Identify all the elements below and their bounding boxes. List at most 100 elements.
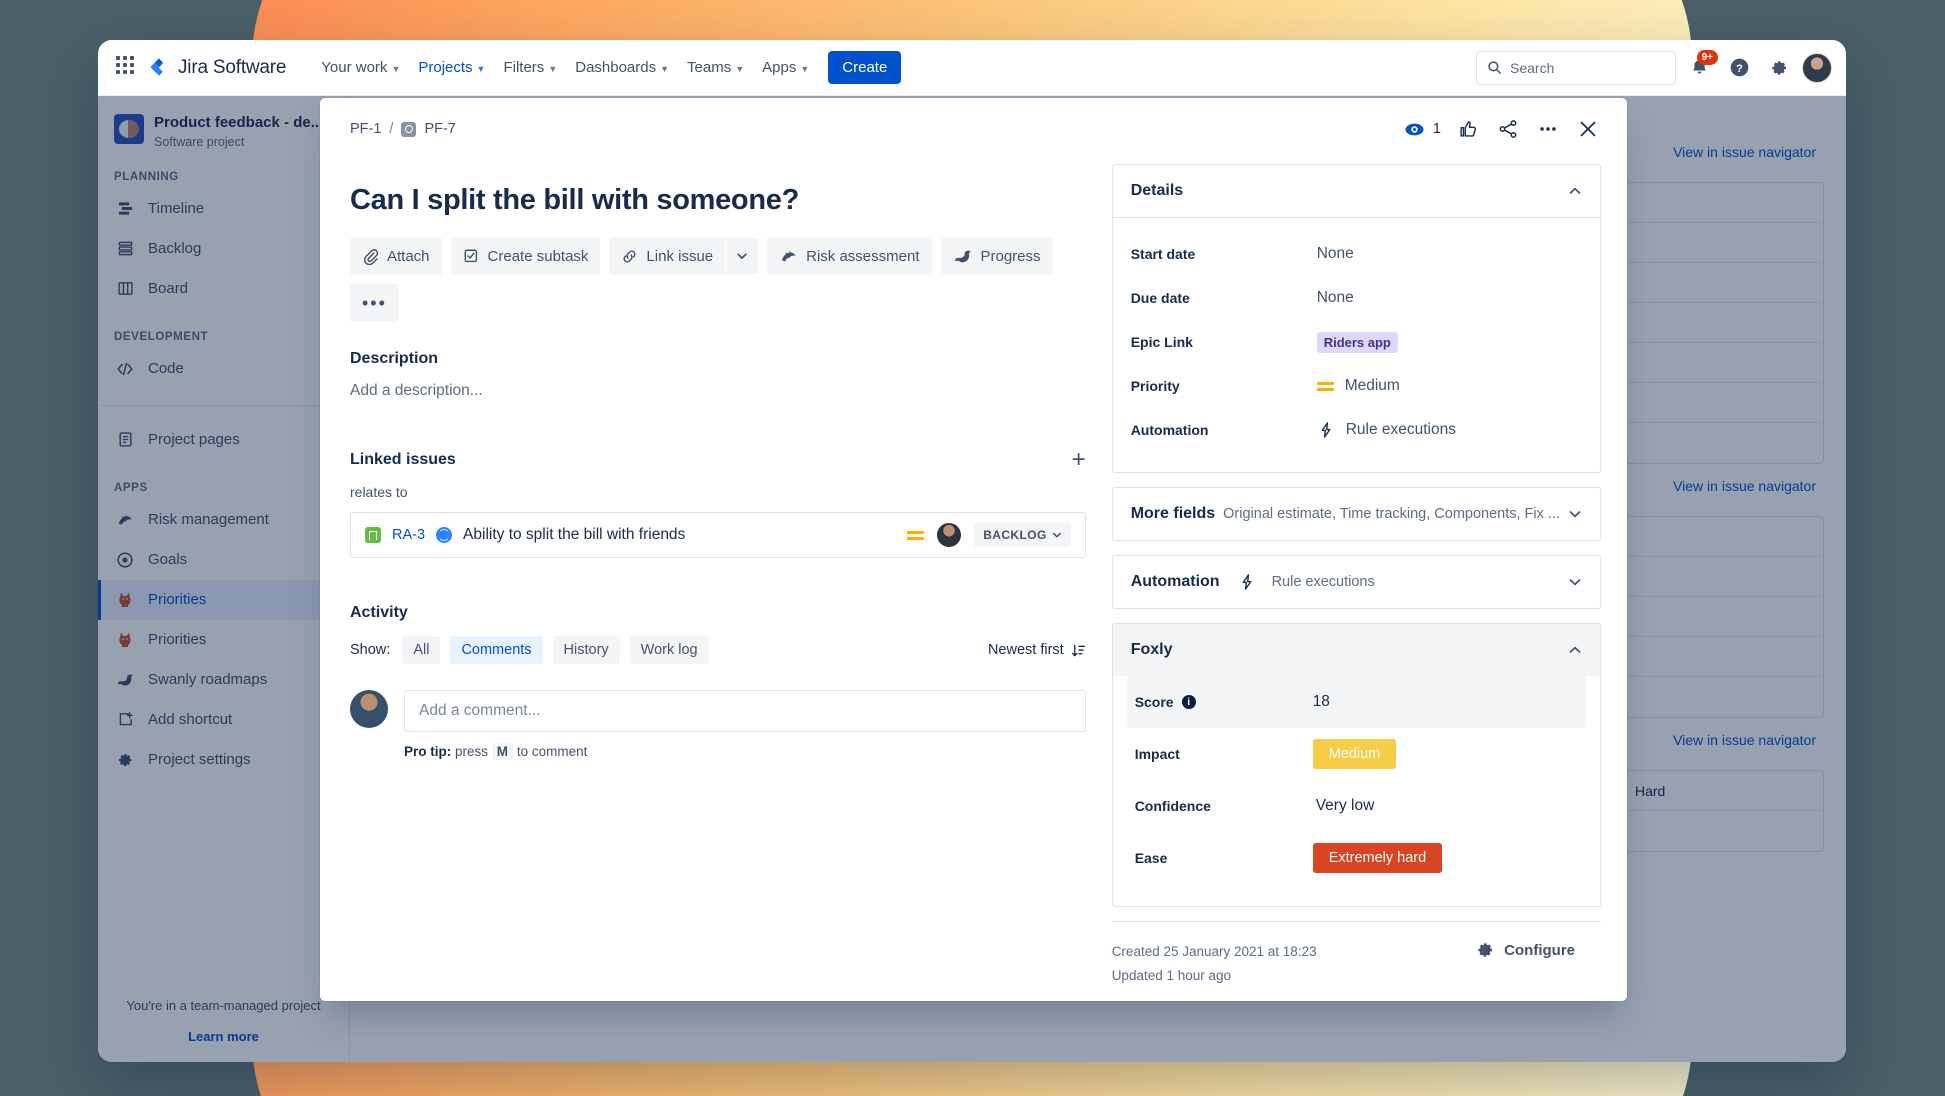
attach-button[interactable]: Attach [350, 237, 442, 275]
chevron-down-icon [1568, 575, 1582, 589]
foxly-panel-header[interactable]: Foxly [1112, 624, 1600, 676]
nav-dashboards-label: Dashboards [575, 59, 657, 76]
breadcrumb-parent-link[interactable]: PF-1 [350, 121, 381, 137]
add-comment-row: Pro tip: press M to comment [350, 690, 1086, 760]
modal-content: Can I split the bill with someone? Attac… [320, 142, 1627, 1001]
notifications-button[interactable]: 9+ [1682, 49, 1718, 85]
assignee-avatar[interactable] [937, 523, 962, 547]
description-placeholder[interactable]: Add a description... [350, 382, 1086, 400]
more-fields-header[interactable]: More fields Original estimate, Time trac… [1113, 488, 1600, 540]
automation-value: Rule executions [1345, 421, 1456, 438]
risk-assessment-label: Risk assessment [806, 247, 920, 265]
nav-apps[interactable]: Apps ▼ [753, 52, 818, 83]
linked-issue-key[interactable]: RA-3 [392, 527, 425, 543]
jira-logo-icon [148, 57, 170, 79]
breadcrumb-current-link[interactable]: PF-7 [424, 121, 455, 137]
user-avatar[interactable] [1802, 52, 1832, 83]
nav-projects-label: Projects [418, 59, 473, 76]
configure-button[interactable]: Configure [1475, 940, 1575, 960]
notification-badge: 9+ [1696, 49, 1718, 65]
pro-tip-mid: press [455, 744, 489, 759]
breadcrumb-separator: / [389, 121, 394, 137]
settings-button[interactable] [1762, 51, 1796, 85]
issue-detail-modal: PF-1 / PF-7 1 Can I split the bill with … [320, 98, 1627, 1001]
field-label: Score [1134, 694, 1174, 710]
nav-your-work-label: Your work [321, 59, 388, 76]
nav-dashboards[interactable]: Dashboards ▼ [566, 52, 678, 83]
nav-projects[interactable]: Projects ▼ [409, 52, 494, 83]
share-button[interactable] [1495, 116, 1521, 142]
foxly-panel: Foxly Score i 18 Impact Medium Confidenc… [1111, 623, 1601, 907]
link-issue-button[interactable]: Link issue [609, 237, 726, 275]
risk-assessment-button[interactable]: Risk assessment [767, 237, 932, 275]
like-button[interactable] [1455, 116, 1481, 142]
toolbar-more-button[interactable]: ••• [350, 284, 399, 322]
linked-issues-header: Linked issues + [350, 448, 1086, 472]
show-label: Show: [350, 642, 391, 658]
pro-tip-prefix: Pro tip: [404, 744, 452, 759]
swan-icon [953, 247, 973, 266]
field-value-wrapper[interactable]: Medium [1312, 739, 1397, 769]
tab-work-log[interactable]: Work log [629, 636, 709, 664]
status-badge[interactable]: BACKLOG [974, 523, 1071, 547]
configure-label: Configure [1504, 941, 1575, 959]
subtask-icon [463, 248, 480, 265]
chevron-down-icon [736, 250, 748, 262]
apps-grid-icon[interactable] [114, 55, 138, 80]
field-label: Start date [1130, 246, 1196, 262]
details-panel-header[interactable]: Details [1113, 165, 1600, 217]
field-value[interactable]: Very low [1313, 797, 1375, 815]
tab-all[interactable]: All [402, 636, 441, 664]
link-issue-dropdown-button[interactable] [726, 237, 759, 275]
sort-order-label: Newest first [987, 642, 1064, 658]
field-value[interactable]: None [1317, 245, 1354, 263]
updated-timestamp: Updated 1 hour ago [1111, 968, 1232, 984]
search-input[interactable]: Search [1476, 50, 1676, 85]
top-navigation-bar: Jira Software Your work ▼ Projects ▼ Fil… [98, 40, 1846, 96]
search-icon [1487, 60, 1502, 75]
info-icon[interactable]: i [1181, 695, 1196, 709]
sort-order-button[interactable]: Newest first [988, 642, 1086, 658]
linked-issue-row[interactable]: RA-3 Ability to split the bill with frie… [350, 512, 1086, 558]
nav-filters-label: Filters [503, 59, 545, 76]
create-button[interactable]: Create [828, 51, 902, 84]
progress-button[interactable]: Progress [940, 237, 1053, 275]
field-label: Priority [1130, 378, 1180, 394]
automation-panel-header[interactable]: Automation Rule executions [1113, 556, 1600, 608]
field-start-date: Start date None [1131, 232, 1582, 276]
field-value[interactable]: None [1317, 289, 1354, 307]
nav-your-work[interactable]: Your work ▼ [312, 52, 409, 83]
field-value-wrapper[interactable]: Extremely hard [1312, 843, 1443, 873]
chevron-up-icon [1568, 184, 1582, 198]
close-button[interactable] [1575, 116, 1601, 142]
field-label: Due date [1130, 290, 1190, 306]
add-linked-issue-icon[interactable]: + [1072, 448, 1086, 472]
field-value-wrapper[interactable]: Riders app [1316, 331, 1398, 353]
more-fields-title: More fields [1130, 505, 1216, 522]
page-title: Can I split the bill with someone? [350, 184, 800, 216]
svg-text:?: ? [1736, 63, 1743, 75]
create-subtask-button[interactable]: Create subtask [450, 237, 601, 275]
nav-teams[interactable]: Teams ▼ [678, 52, 753, 83]
chevron-down-icon: ▼ [735, 63, 745, 74]
jira-brand[interactable]: Jira Software [148, 57, 286, 79]
lightning-icon [1238, 573, 1256, 591]
nav-filters[interactable]: Filters ▼ [494, 52, 566, 83]
status-label: BACKLOG [983, 528, 1047, 542]
modal-right-column: Details Start date None Due date None Ep… [1111, 164, 1601, 1001]
field-value-wrapper[interactable]: Rule executions [1317, 421, 1456, 439]
chevron-down-icon: ▼ [476, 63, 486, 74]
more-options-button[interactable] [1535, 116, 1561, 142]
tab-comments[interactable]: Comments [450, 636, 543, 664]
field-label: Epic Link [1130, 334, 1193, 350]
field-value-wrapper[interactable]: Medium [1316, 377, 1400, 395]
watch-button[interactable]: 1 [1404, 119, 1441, 140]
comment-input[interactable] [404, 690, 1086, 732]
tab-history[interactable]: History [552, 636, 620, 664]
help-button[interactable]: ? [1722, 51, 1756, 85]
epic-link-lozenge: Riders app [1316, 331, 1398, 353]
priority-medium-icon [907, 530, 925, 540]
chevron-down-icon [1568, 507, 1582, 521]
field-label: Automation [1130, 422, 1209, 438]
details-heading: Details [1130, 182, 1184, 199]
